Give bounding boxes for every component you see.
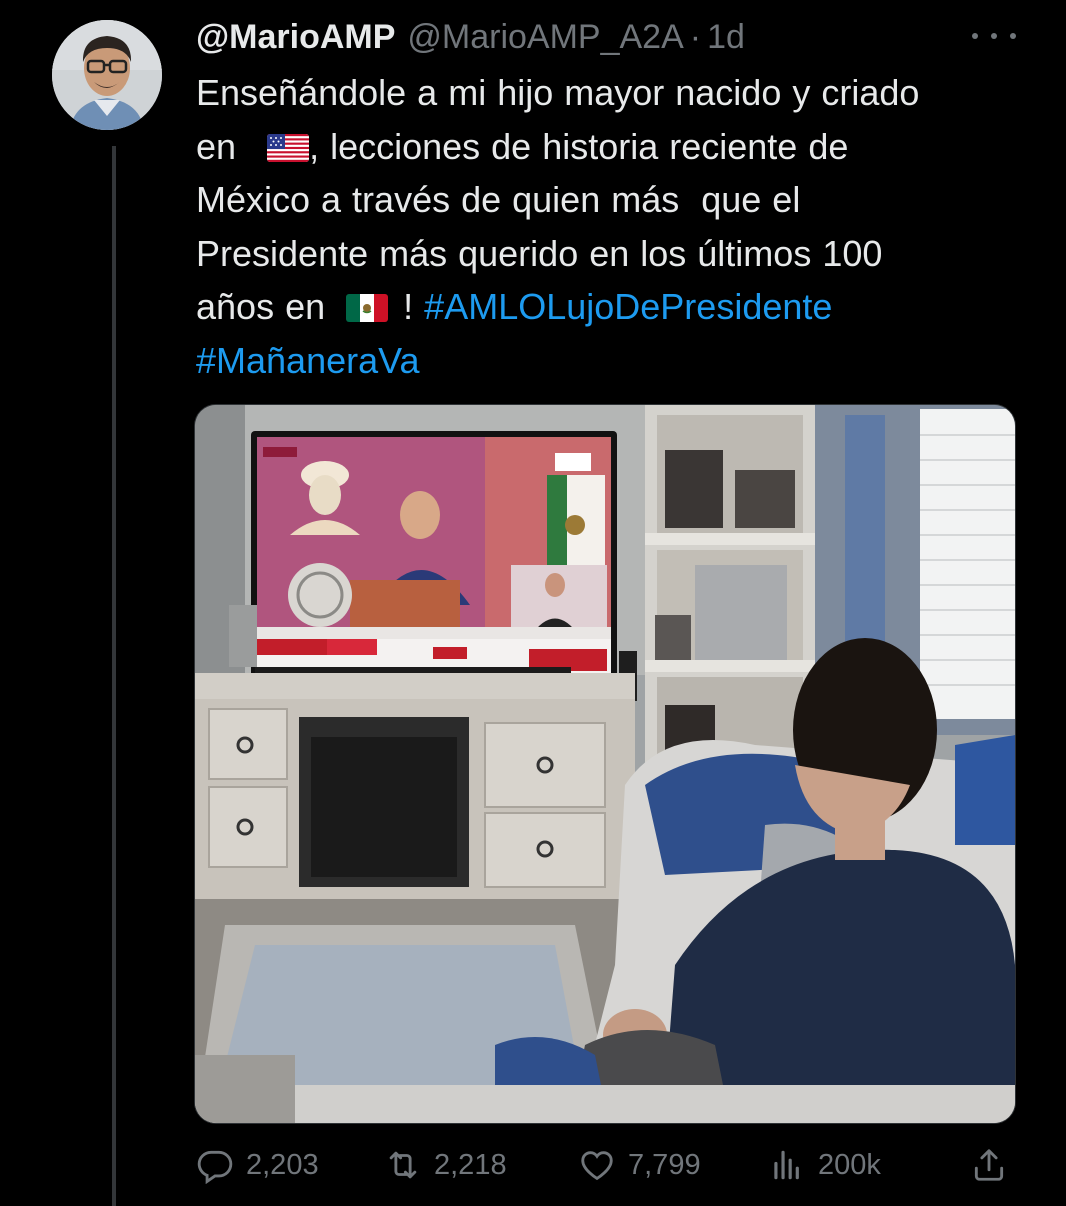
views-button[interactable]: 200k [768, 1140, 881, 1190]
thread-line [112, 146, 116, 1206]
user-handle[interactable]: @MarioAMP_A2A [407, 18, 683, 57]
retweet-icon [384, 1146, 422, 1184]
tweet-text-segment: Presidente más querido en los últimos 10… [196, 232, 883, 274]
mexico-flag-emoji [346, 294, 389, 322]
tweet-text: Enseñándole a mi hijo mayor nacido y cri… [196, 66, 1026, 387]
views-icon [768, 1146, 806, 1184]
like-icon [578, 1146, 616, 1184]
tweet-line-4: Presidente más querido en los últimos 10… [196, 227, 1026, 281]
tweet-line-6: #MañaneraVa [196, 334, 1026, 388]
tweet-text-segment: Enseñándole a mi hijo mayor nacido y cri… [196, 72, 920, 113]
tweet-header: @MarioAMP @MarioAMP_A2A · 1d [196, 14, 745, 60]
hashtag-link[interactable]: #MañaneraVa [196, 340, 420, 381]
like-button[interactable]: 7,799 [578, 1140, 701, 1190]
share-icon [970, 1146, 1008, 1184]
reply-count: 2,203 [246, 1148, 319, 1181]
tweet-text-segment: años en [196, 286, 326, 327]
tweet-line-1: Enseñándole a mi hijo mayor nacido y cri… [196, 66, 1026, 120]
avatar-image [52, 20, 162, 130]
separator-dot: · [689, 17, 702, 56]
retweet-count: 2,218 [434, 1148, 507, 1181]
display-name[interactable]: @MarioAMP [196, 18, 395, 57]
tweet-text-segment: en [196, 125, 237, 167]
views-count: 200k [818, 1148, 881, 1181]
us-flag-emoji [267, 133, 310, 162]
timestamp[interactable]: 1d [707, 18, 745, 57]
more-dot [991, 33, 997, 39]
share-button[interactable] [970, 1140, 1020, 1190]
tweet-text-segment: , lecciones de historia reciente de [309, 125, 849, 167]
tweet-media-photo[interactable] [194, 404, 1016, 1124]
more-icon[interactable] [972, 26, 1016, 46]
photo-living-room [195, 405, 1015, 1123]
hashtag-link[interactable]: #AMLOLujoDePresidente [424, 286, 832, 327]
tweet-text-segment: México a través de quien más que el [196, 179, 801, 220]
reply-button[interactable]: 2,203 [196, 1140, 319, 1190]
retweet-button[interactable]: 2,218 [384, 1140, 507, 1190]
avatar[interactable] [52, 20, 162, 130]
more-dot [972, 33, 978, 39]
tweet-line-3: México a través de quien más que el [196, 173, 1026, 227]
tweet-line-5: años en ! #AMLOLujoDePresidente [196, 280, 1026, 334]
more-dot [1010, 33, 1016, 39]
tweet-line-2: en , lecciones de historia reciente de [196, 120, 1026, 174]
tweet-actions: 2,203 2,218 7,799 200k [196, 1140, 1016, 1190]
tweet-text-segment: ! [403, 286, 414, 327]
like-count: 7,799 [628, 1148, 701, 1181]
reply-icon [196, 1146, 234, 1184]
